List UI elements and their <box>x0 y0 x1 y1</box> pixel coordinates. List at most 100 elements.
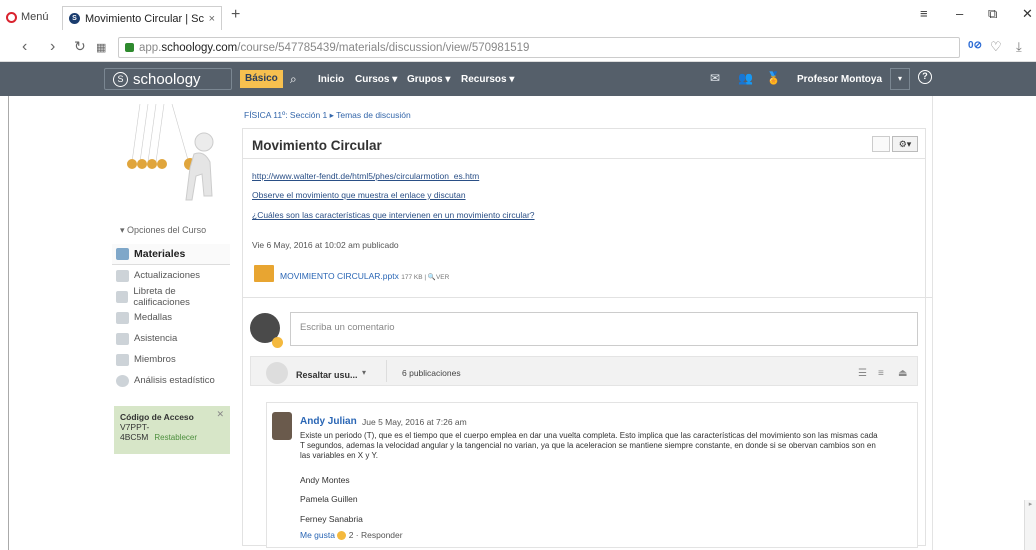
sidebar-item-libreta[interactable]: Libreta de calificaciones <box>112 285 230 308</box>
profile-name[interactable]: Profesor Montoya <box>797 74 882 85</box>
reply-text: Existe un periodo (T), que es el tiempo … <box>300 431 878 460</box>
adblock-icon[interactable]: 0⊘ <box>968 40 982 51</box>
reply-line: Andy Montes <box>300 475 350 485</box>
sidebar-item-label: Asistencia <box>134 333 178 344</box>
reply-line: Pamela Guillen <box>300 494 358 504</box>
sidebar-item-analisis[interactable]: Análisis estadístico <box>112 370 230 391</box>
course-options[interactable]: ▾ Opciones del Curso <box>120 225 206 236</box>
question-text[interactable]: ¿Cuáles son las características que inte… <box>252 210 535 220</box>
url-host: schoology.com <box>161 41 238 54</box>
sidebar-item-label: Libreta de calificaciones <box>133 285 190 308</box>
divider <box>242 158 926 159</box>
badges-icon[interactable]: 🏅 <box>766 71 781 85</box>
nav-grupos[interactable]: Grupos ▾ <box>407 74 450 85</box>
schoology-logo[interactable]: S schoology <box>104 68 232 90</box>
divider <box>242 297 932 298</box>
new-tab-button[interactable]: + <box>231 6 240 24</box>
gradebook-icon <box>116 290 129 303</box>
help-icon[interactable]: ? <box>918 70 932 84</box>
badges-icon <box>116 311 129 324</box>
list-view-icon[interactable]: ☰ <box>858 368 867 379</box>
option-button[interactable] <box>872 136 890 152</box>
star-icon <box>272 337 283 348</box>
close-icon[interactable]: ✕ <box>216 409 224 420</box>
close-window-icon[interactable]: ✕ <box>1022 6 1033 22</box>
smile-icon <box>337 531 347 541</box>
schoology-favicon-icon: S <box>69 13 80 24</box>
like-row: Me gusta 2 · Responder <box>300 530 403 541</box>
course-image <box>112 103 228 212</box>
minimize-icon[interactable]: – <box>956 6 963 21</box>
access-code-value: V7PPT-4BC5M <box>120 422 150 442</box>
instruction-text[interactable]: Observe el movimiento que muestra el enl… <box>252 190 466 200</box>
sidebar-item-materiales[interactable]: Materiales <box>112 244 230 265</box>
connections-icon[interactable]: 👥 <box>738 71 753 85</box>
logo-text: schoology <box>133 70 201 88</box>
sidebar-item-medallas[interactable]: Medallas <box>112 307 230 328</box>
sidebar-item-miembros[interactable]: Miembros <box>112 349 230 370</box>
sidebar-item-actualizaciones[interactable]: Actualizaciones <box>112 265 230 286</box>
highlight-user-dropdown[interactable]: Resaltar usu... <box>296 370 358 380</box>
tab-close-icon[interactable]: × <box>209 13 215 25</box>
attendance-icon <box>116 332 129 345</box>
course-options-label: Opciones del Curso <box>127 225 207 235</box>
sidebar-item-label: Materiales <box>134 248 186 260</box>
lock-icon <box>125 43 134 52</box>
nav-recursos[interactable]: Recursos ▾ <box>461 74 514 85</box>
left-divider <box>8 96 9 550</box>
search-icon[interactable]: ⌕ <box>290 72 297 87</box>
tab-menu-icon[interactable]: ≡ <box>920 6 928 21</box>
collapse-view-icon[interactable]: ⏏ <box>898 368 907 379</box>
file-name[interactable]: MOVIMIENTO CIRCULAR.pptx <box>280 271 399 281</box>
opera-menu-button[interactable]: Menú <box>6 8 49 26</box>
reply-author[interactable]: Andy Julian <box>300 416 357 427</box>
heart-icon[interactable]: ♡ <box>990 39 1002 55</box>
file-size[interactable]: 177 KB | 🔍VER <box>401 274 449 281</box>
plan-badge[interactable]: Básico <box>240 70 283 88</box>
reload-icon[interactable]: ↻ <box>74 38 86 55</box>
speed-dial-icon[interactable]: ▦ <box>96 41 106 54</box>
profile-dropdown-icon[interactable]: ▾ <box>890 68 910 90</box>
messages-icon[interactable]: ✉ <box>710 71 720 85</box>
adblock-count: 0 <box>968 40 974 51</box>
maximize-icon[interactable]: ⧉ <box>988 6 997 22</box>
sidebar-item-label: Medallas <box>134 312 173 323</box>
breadcrumb[interactable]: FÍSICA 11º: Sección 1 ▸ Temas de discusi… <box>244 110 411 121</box>
settings-gear-icon[interactable]: ⚙▾ <box>892 136 918 152</box>
analytics-icon <box>116 374 129 387</box>
back-icon[interactable]: ‹ <box>22 38 27 56</box>
comment-input[interactable]: Escriba un comentario <box>290 312 918 346</box>
scrollbar[interactable]: ▸ <box>1024 500 1036 550</box>
updates-icon <box>116 269 129 282</box>
access-code-title: Código de Acceso <box>120 412 194 422</box>
post-date: Vie 6 May, 2016 at 10:02 am publicado <box>252 240 399 250</box>
page-title: Movimiento Circular <box>252 138 382 153</box>
forward-icon[interactable]: › <box>50 38 55 56</box>
sidebar-item-label: Miembros <box>134 354 176 365</box>
divider <box>386 360 387 382</box>
sidebar-item-asistencia[interactable]: Asistencia <box>112 328 230 349</box>
browser-tab[interactable]: S Movimiento Circular | Scho × <box>62 6 222 30</box>
attachment-link[interactable]: MOVIMIENTO CIRCULAR.pptx 177 KB | 🔍VER <box>280 271 449 281</box>
external-link[interactable]: http://www.walter-fendt.de/html5/phes/ci… <box>252 171 479 181</box>
opera-logo-icon <box>6 11 17 23</box>
members-icon <box>116 353 129 366</box>
sidebar-menu: Materiales Actualizaciones Libreta de ca… <box>112 244 230 391</box>
sidebar-item-label: Análisis estadístico <box>134 375 215 386</box>
url-path: /course/547785439/materials/discussion/v… <box>237 41 530 54</box>
nav-inicio[interactable]: Inicio <box>318 74 344 85</box>
reply-line: Ferney Sanabria <box>300 514 363 524</box>
like-count[interactable]: 2 · Responder <box>349 530 403 540</box>
avatar <box>272 412 292 440</box>
url-input[interactable]: app.schoology.com/course/547785439/mater… <box>118 37 960 58</box>
user-placeholder-avatar <box>266 362 288 384</box>
nav-cursos[interactable]: Cursos ▾ <box>355 74 397 85</box>
post-count: 6 publicaciones <box>402 368 461 378</box>
right-pane <box>932 96 1036 550</box>
download-icon[interactable]: ⤓ <box>1016 39 1022 55</box>
url-prefix: app. <box>139 41 162 54</box>
chevron-down-icon[interactable]: ▾ <box>362 368 366 377</box>
expand-view-icon[interactable]: ≡ <box>878 368 884 379</box>
like-button[interactable]: Me gusta <box>300 530 335 540</box>
reset-link[interactable]: Restablecer <box>154 433 197 442</box>
